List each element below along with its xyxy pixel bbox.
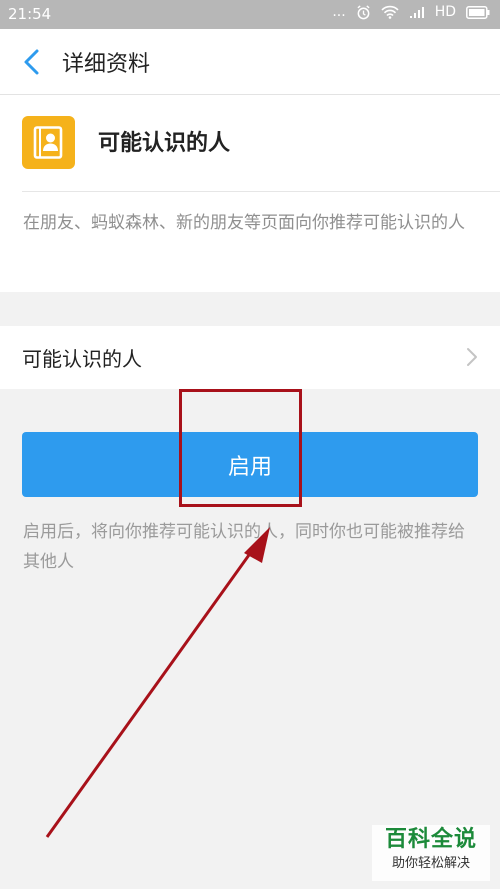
network-type: HD [434,4,456,20]
watermark-logo: 百科全说 助你轻松解决 [372,825,490,881]
page-title: 详细资料 [62,52,151,77]
watermark-subtitle: 助你轻松解决 [391,856,470,871]
wifi-icon [381,5,399,19]
divider [22,191,500,192]
enable-button[interactable]: 启用 [22,432,478,497]
setting-row-people-you-may-know[interactable]: 可能认识的人 [0,326,500,389]
feature-name: 可能认识的人 [98,131,231,156]
status-time: 21:54 [8,5,52,23]
nav-bar: 详细资料 [0,29,500,95]
signal-icon [409,6,425,19]
watermark-title: 百科全说 [384,827,477,852]
setting-row-label: 可能认识的人 [22,347,142,371]
status-icons: ... HD [332,4,490,20]
chevron-left-icon[interactable] [20,48,44,76]
alarm-icon [356,4,371,20]
battery-icon [466,5,490,19]
more-dots: ... [332,4,346,20]
chevron-right-icon [466,347,478,371]
profile-card: 可能认识的人 在朋友、蚂蚁森林、新的朋友等页面向你推荐可能认识的人 [0,95,500,292]
feature-description: 在朋友、蚂蚁森林、新的朋友等页面向你推荐可能认识的人 [23,213,465,233]
status-bar: 21:54 ... HD [0,0,500,29]
contacts-book-icon [22,116,75,169]
enable-note: 启用后，将向你推荐可能认识的人，同时你也可能被推荐给其他人 [23,522,465,572]
